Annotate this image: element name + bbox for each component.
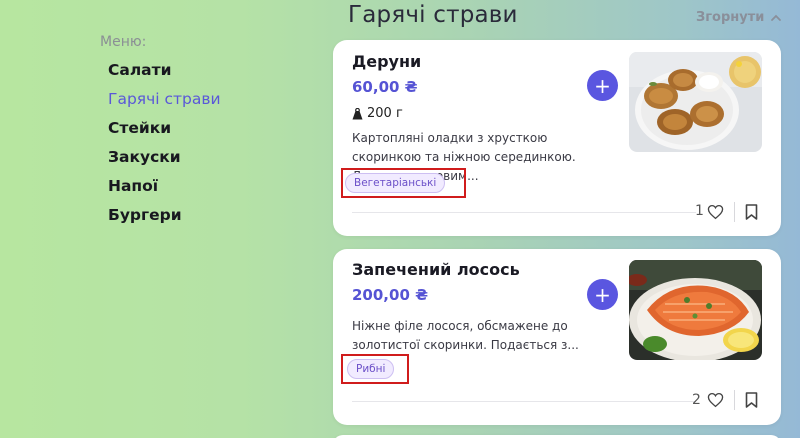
like-count: 1 [695,203,704,219]
section-title: Гарячі страви [348,2,518,28]
dish-photo [629,52,762,152]
weight-icon [352,107,363,119]
menu-title: Меню: [100,34,147,50]
add-to-cart-button[interactable]: + [587,279,618,310]
chevron-up-icon [771,14,782,21]
action-separator [734,202,735,222]
dish-tag[interactable]: Вегетаріанські [345,173,446,193]
collapse-label: Згорнути [696,10,765,25]
plus-icon: + [594,282,611,307]
dish-price: 60,00 ₴ [352,78,418,96]
dish-price: 200,00 ₴ [352,286,428,304]
divider [352,401,696,402]
category-menu: Меню: Салати Гарячі страви Стейки Закуск… [100,34,221,230]
bookmark-icon[interactable] [745,204,758,220]
collapse-toggle[interactable]: Згорнути [696,10,782,25]
weight-value: 200 г [367,106,403,121]
dish-weight: 200 г [352,106,403,121]
menu-item-appetizers[interactable]: Закуски [108,143,221,172]
dish-name: Деруни [352,52,422,71]
dish-description: Ніжне філе лосося, обсмажене до золотист… [352,319,579,352]
menu-item-salads[interactable]: Салати [108,56,221,85]
action-separator [734,390,735,410]
menu-item-steaks[interactable]: Стейки [108,114,221,143]
dish-photo [629,260,762,360]
dish-card[interactable]: Запечений лосось 200,00 ₴ + Ніжне філе л… [333,249,781,425]
plus-icon: + [594,73,611,98]
menu-item-hot-dishes[interactable]: Гарячі страви [108,85,221,114]
menu-item-drinks[interactable]: Напої [108,172,221,201]
dish-tag[interactable]: Рибні [347,359,395,379]
menu-item-burgers[interactable]: Бургери [108,201,221,230]
heart-icon[interactable] [707,392,724,408]
heart-icon[interactable] [707,204,724,220]
dish-card[interactable]: Деруни 60,00 ₴ + 200 г Картопляні оладки… [333,40,781,236]
dish-name: Запечений лосось [352,260,520,279]
like-count: 2 [692,392,701,408]
add-to-cart-button[interactable]: + [587,70,618,101]
divider [352,212,696,213]
bookmark-icon[interactable] [745,392,758,408]
